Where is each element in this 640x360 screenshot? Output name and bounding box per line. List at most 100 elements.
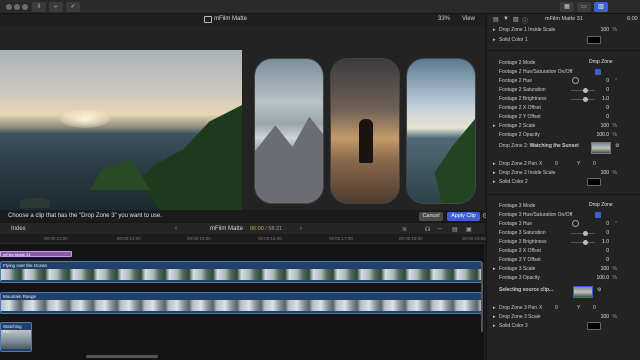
cancel-button[interactable]: Cancel [419, 212, 443, 221]
drop-zone-2[interactable] [330, 58, 400, 204]
disclosure-icon[interactable]: ▸ [493, 323, 496, 329]
video-clip[interactable]: Watching the... [0, 322, 32, 352]
zoom-menu[interactable]: 33% [438, 16, 450, 22]
param-value[interactable]: 100 [601, 27, 609, 33]
timeline-horizontal-scrollbar[interactable] [86, 355, 158, 358]
drop-well-settings-icon[interactable]: ⚙ [615, 143, 619, 149]
headphones-icon[interactable]: ☊ [425, 226, 430, 233]
disclosure-icon[interactable]: ▸ [493, 170, 496, 176]
param-label: Drop Zone 2 Pan [499, 161, 538, 167]
disclosure-icon[interactable]: ▸ [493, 314, 496, 320]
clip-appearance-icon[interactable]: ▤ [452, 226, 458, 233]
color-swatch[interactable] [587, 178, 601, 186]
param-label: Footage 3 Opacity [499, 275, 540, 281]
param-value[interactable]: 100.0 [596, 132, 609, 138]
solid-color-2-row: ▸ Solid Color 2 [487, 178, 640, 187]
effects-icon[interactable]: ▣ [466, 226, 472, 233]
drop-zone-3[interactable] [406, 58, 476, 204]
back-icon[interactable]: ‹ [175, 226, 177, 232]
checkbox[interactable] [595, 212, 601, 218]
video-inspector-icon[interactable]: ▤ [493, 16, 499, 23]
footage-3-x-offset-row: Footage 3 X Offset 0 [487, 247, 640, 256]
view-menu[interactable]: View [462, 16, 475, 22]
param-value[interactable]: 100 [601, 266, 609, 272]
prompt-text: Choose a clip that has the "Drop Zone 3"… [8, 213, 163, 219]
drop-zone-2-row: Drop Zone 2: Watching the Sunset ⚙ [487, 141, 640, 155]
x-label: X [539, 305, 543, 311]
import-icon[interactable]: ⇩ [32, 2, 46, 12]
check-icon[interactable]: ✓ [66, 2, 80, 12]
angle-dial[interactable] [572, 220, 579, 227]
param-value[interactable]: 100 [601, 170, 609, 176]
audio-meter-icon[interactable]: ≋ [402, 226, 407, 233]
pan-x-value[interactable]: 0 [555, 305, 558, 311]
ruler-tick: 00:00:15:00 [187, 236, 211, 241]
param-value[interactable]: 0 [606, 221, 609, 227]
param-label: Footage 2 Brightness [499, 96, 547, 102]
disclosure-icon[interactable]: ▸ [493, 27, 496, 33]
param-value[interactable]: 0 [606, 87, 609, 93]
slider-knob[interactable] [583, 231, 588, 236]
color-swatch[interactable] [587, 36, 601, 44]
drop-zone-1[interactable] [254, 58, 324, 204]
snapping-icon[interactable]: ⇔ [437, 226, 443, 232]
pan-y-value[interactable]: 0 [593, 305, 596, 311]
param-value[interactable]: 1.0 [602, 96, 609, 102]
slider-knob[interactable] [583, 97, 588, 102]
drop-well-settings-icon[interactable]: ⚙ [597, 287, 601, 293]
param-unit: % [612, 27, 617, 33]
param-value[interactable]: 0 [606, 230, 609, 236]
timeline-tracks[interactable]: mFilm Matte 31 Flying over the Ocean Mou… [0, 244, 484, 360]
disclosure-icon[interactable]: ▸ [493, 37, 496, 43]
apply-clip-button[interactable]: Apply Clip [447, 212, 480, 221]
drop-well-thumbnail[interactable] [591, 142, 611, 154]
disclosure-icon[interactable]: ▸ [493, 179, 496, 185]
minimize-window-icon[interactable] [14, 4, 20, 10]
zoom-window-icon[interactable] [22, 4, 28, 10]
checkbox[interactable] [595, 69, 601, 75]
param-value[interactable]: 100 [601, 123, 609, 129]
param-value[interactable]: 100 [601, 314, 609, 320]
footage-3-hue-sat-row: Footage 3 Hue/Saturation On/Off [487, 211, 640, 220]
param-unit: % [612, 314, 617, 320]
info-inspector-icon[interactable]: ⓘ [522, 16, 528, 25]
filter-inspector-icon[interactable]: ▼ [503, 16, 509, 22]
param-value[interactable]: 0 [606, 114, 609, 120]
disclosure-icon[interactable]: ▸ [493, 305, 496, 311]
param-value[interactable]: 1.0 [602, 239, 609, 245]
mode-popup[interactable]: Drop Zone [589, 59, 613, 65]
param-value[interactable]: 100.0 [596, 275, 609, 281]
slider-knob[interactable] [583, 88, 588, 93]
param-value[interactable]: 0 [606, 257, 609, 263]
param-value[interactable]: 0 [606, 105, 609, 111]
timeline-layout-icon[interactable]: ▭ [577, 2, 591, 12]
video-clip[interactable]: Flying over the Ocean [0, 261, 482, 283]
disclosure-icon[interactable]: ▸ [493, 161, 496, 167]
inspector-layout-icon[interactable]: ▥ [594, 2, 608, 12]
angle-dial[interactable] [572, 77, 579, 84]
title-clip[interactable]: mFilm Matte 31 [0, 251, 72, 257]
disclosure-icon[interactable]: ▸ [493, 123, 496, 129]
color-swatch[interactable] [587, 322, 601, 330]
timeline-ruler[interactable]: 00:00:13:00 00:00:14:00 00:00:15:00 00:0… [0, 234, 486, 244]
timeline-project-name[interactable]: mFilm Matte [210, 226, 243, 232]
index-button[interactable]: Index [11, 226, 26, 232]
forward-icon[interactable]: › [300, 226, 302, 232]
pan-y-value[interactable]: 0 [593, 161, 596, 167]
disclosure-icon[interactable]: ▸ [493, 266, 496, 272]
slider-knob[interactable] [583, 240, 588, 245]
color-inspector-icon[interactable]: ▨ [513, 16, 519, 23]
browser-layout-icon[interactable]: ▦ [560, 2, 574, 12]
timeline-vertical-scrollbar[interactable] [481, 262, 483, 332]
param-value[interactable]: 0 [606, 248, 609, 254]
param-value[interactable]: 0 [606, 78, 609, 84]
keyword-icon[interactable]: ⌐ [49, 2, 63, 12]
pan-x-value[interactable]: 0 [555, 161, 558, 167]
mode-popup[interactable]: Drop Zone [589, 202, 613, 208]
drop-well-thumbnail[interactable] [573, 286, 593, 298]
close-window-icon[interactable] [6, 4, 12, 10]
param-label: Footage 2 Saturation [499, 87, 546, 93]
ruler-tick: 00:00:14:00 [117, 236, 141, 241]
viewer-canvas[interactable] [0, 26, 484, 211]
video-clip[interactable]: Mountain Range [0, 292, 482, 314]
